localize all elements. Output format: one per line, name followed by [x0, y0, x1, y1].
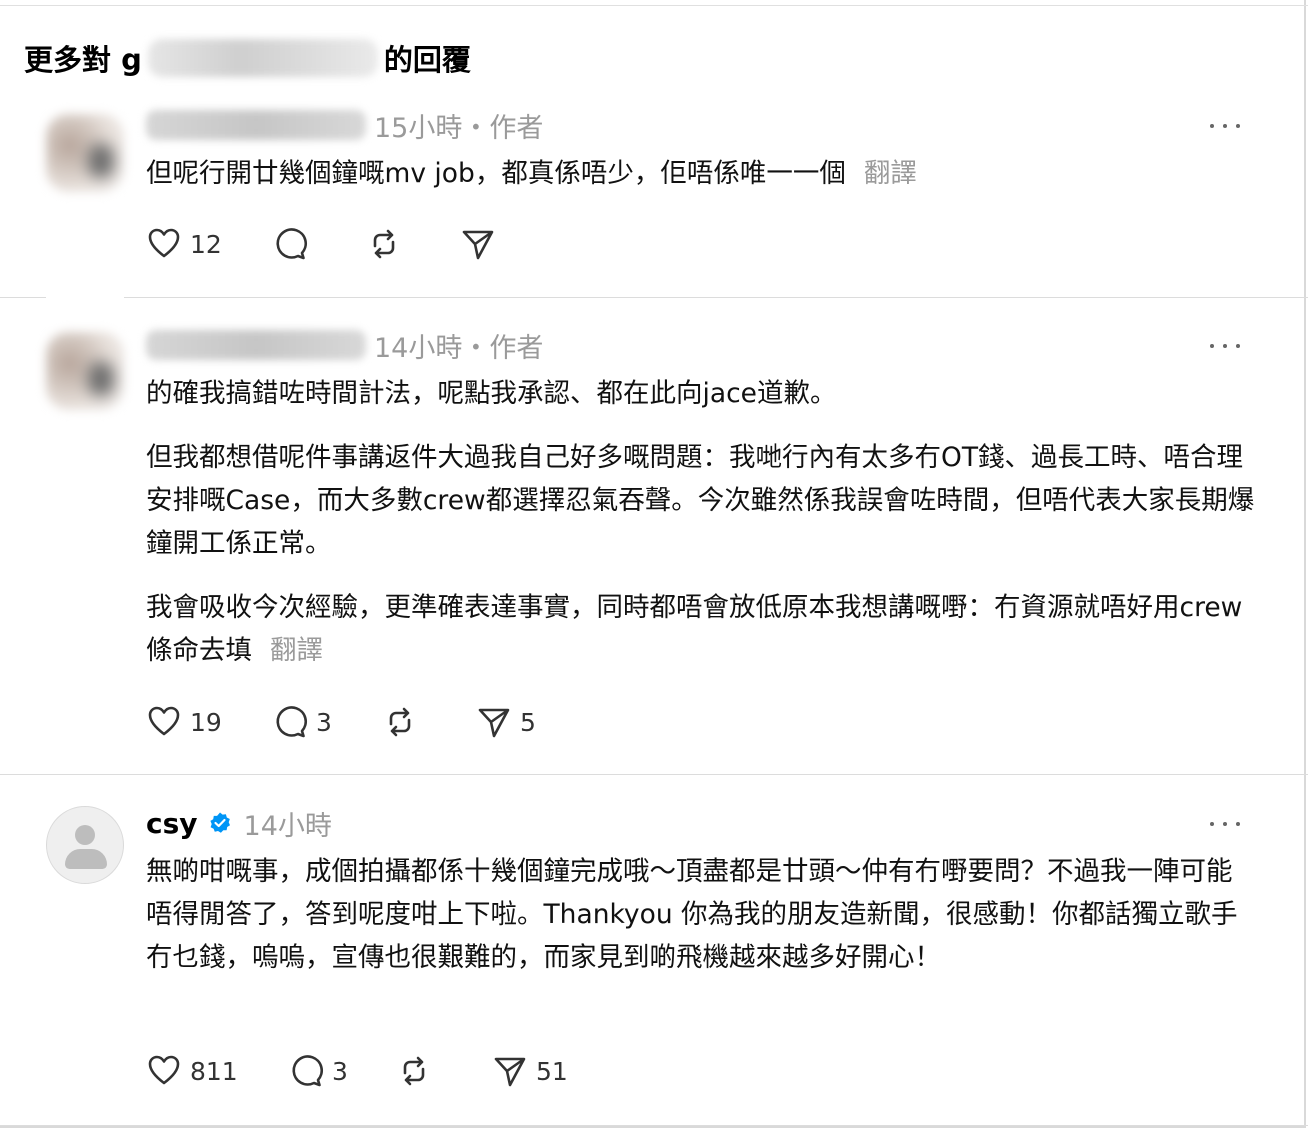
post-actions: 12 [146, 224, 520, 264]
post-actions: 19 3 5 [146, 702, 556, 742]
post-paragraph: 但我都想借呢件事講返件大過我自己好多嘅問題：我哋行內有太多冇OT錢、過長工時、唔… [146, 442, 1255, 559]
heart-icon [148, 706, 180, 736]
verified-badge-icon [209, 812, 230, 833]
comment-button[interactable]: 3 [272, 704, 382, 740]
like-count: 12 [190, 229, 222, 259]
repost-button[interactable] [396, 1053, 492, 1089]
share-button[interactable]: 5 [476, 704, 556, 740]
like-button[interactable]: 19 [146, 704, 272, 740]
repost-button[interactable] [366, 226, 460, 262]
post-paragraph: 無啲咁嘅事，成個拍攝都係十幾個鐘完成哦～頂盡都是廿頭～仲有冇嘢要問？不過我一陣可… [146, 856, 1238, 973]
reply-post: 14小時・作者 的確我搞錯咗時間計法，呢點我承認、都在此向jace道歉。 但我都… [0, 316, 1308, 775]
redacted-author-name[interactable] [146, 110, 366, 140]
replies-header: 更多對 g 的回覆 [24, 36, 471, 80]
comment-icon [276, 228, 307, 260]
redacted-author-name[interactable] [146, 330, 366, 360]
like-count: 811 [190, 1056, 238, 1086]
comment-button[interactable] [272, 226, 366, 262]
comment-count: 3 [332, 1056, 348, 1086]
share-icon [494, 1057, 526, 1087]
reply-post: csy 14小時 無啲咁嘅事，成個拍攝都係十幾個鐘完成哦～頂盡都是廿頭～仲有冇嘢… [0, 794, 1308, 1126]
post-meta: 15小時・作者 [146, 108, 544, 144]
comment-icon [292, 1055, 323, 1087]
more-icon[interactable] [1210, 814, 1240, 834]
comment-button[interactable]: 3 [288, 1053, 396, 1089]
post-time: 15小時・作者 [374, 112, 544, 144]
post-meta: 14小時・作者 [146, 328, 544, 364]
post-paragraph: 的確我搞錯咗時間計法，呢點我承認、都在此向jace道歉。 [146, 378, 837, 409]
avatar[interactable] [46, 332, 124, 410]
more-icon[interactable] [1210, 336, 1240, 356]
share-count: 5 [520, 707, 536, 737]
post-text: 但呢行開廿幾個鐘嘅mv job，都真係唔少，佢唔係唯一一個 [146, 158, 846, 189]
share-button[interactable] [460, 226, 520, 262]
like-button[interactable]: 12 [146, 226, 272, 262]
avatar[interactable] [46, 114, 124, 192]
post-content: 的確我搞錯咗時間計法，呢點我承認、都在此向jace道歉。 但我都想借呢件事講返件… [146, 372, 1258, 693]
reply-post: 15小時・作者 但呢行開廿幾個鐘嘅mv job，都真係唔少，佢唔係唯一一個 翻譯 … [0, 96, 1308, 298]
post-time: 14小時・作者 [374, 332, 544, 364]
share-icon [462, 230, 494, 260]
post-content: 無啲咁嘅事，成個拍攝都係十幾個鐘完成哦～頂盡都是廿頭～仲有冇嘢要問？不過我一陣可… [146, 850, 1258, 1000]
translate-link[interactable]: 翻譯 [270, 635, 323, 666]
more-icon[interactable] [1210, 116, 1240, 136]
header-prefix: 更多對 g [24, 43, 142, 77]
divider-gap [46, 288, 124, 298]
author-name[interactable]: csy [146, 807, 198, 840]
redacted-username [147, 39, 378, 77]
like-button[interactable]: 811 [146, 1053, 288, 1089]
share-button[interactable]: 51 [492, 1053, 582, 1089]
comment-icon [276, 706, 307, 738]
translate-link[interactable]: 翻譯 [864, 158, 917, 189]
post-content: 但呢行開廿幾個鐘嘅mv job，都真係唔少，佢唔係唯一一個 翻譯 [146, 152, 1258, 216]
repost-icon [373, 229, 395, 259]
share-icon [478, 708, 510, 738]
repost-icon [389, 707, 411, 737]
like-count: 19 [190, 707, 222, 737]
comment-count: 3 [316, 707, 332, 737]
repost-button[interactable] [382, 704, 476, 740]
heart-icon [148, 228, 180, 258]
heart-icon [148, 1055, 180, 1085]
header-suffix: 的回覆 [383, 43, 471, 77]
default-avatar-icon[interactable] [46, 806, 124, 884]
post-time: 14小時 [243, 810, 332, 842]
repost-icon [403, 1056, 425, 1086]
post-meta: csy 14小時 [146, 806, 332, 842]
top-divider [0, 0, 1308, 6]
post-actions: 811 3 51 [146, 1051, 582, 1091]
share-count: 51 [536, 1056, 568, 1086]
